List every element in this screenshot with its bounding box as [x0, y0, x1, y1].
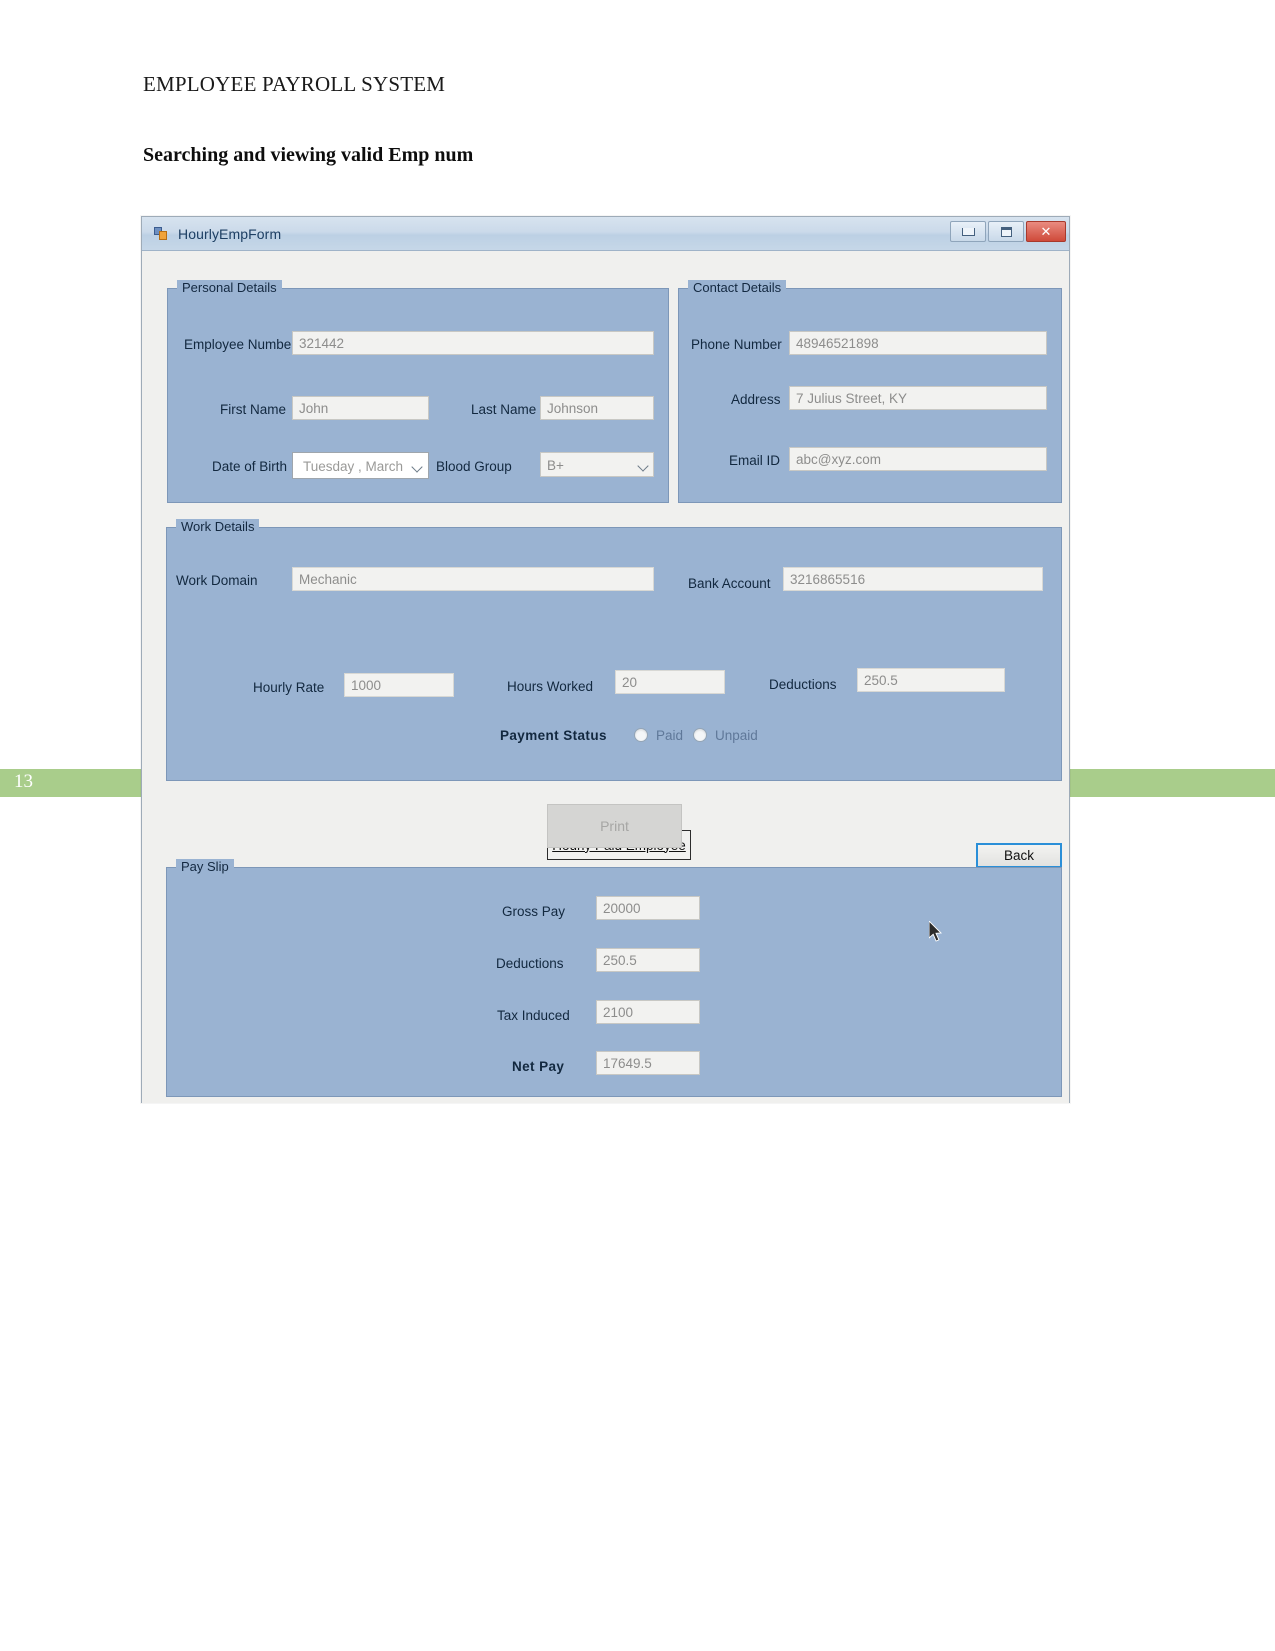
hourly-rate-input[interactable]: 1000: [344, 673, 454, 697]
tax-induced-label: Tax Induced: [497, 1008, 570, 1023]
back-button[interactable]: Back: [976, 843, 1062, 868]
address-input[interactable]: 7 Julius Street, KY: [789, 386, 1047, 410]
gross-pay-value: 20000: [596, 896, 700, 920]
deductions-payslip-value: 250.5: [596, 948, 700, 972]
contact-details-label: Contact Details: [688, 280, 787, 295]
maximize-button[interactable]: [988, 221, 1024, 242]
first-name-label: First Name: [220, 402, 287, 417]
page-number: 13: [14, 771, 33, 792]
hours-worked-input[interactable]: 20: [615, 670, 725, 694]
section-heading: Searching and viewing valid Emp num: [143, 144, 474, 166]
window-titlebar[interactable]: HourlyEmpForm ✕: [142, 217, 1069, 251]
phone-number-label: Phone Number: [691, 337, 782, 352]
deductions-work-label: Deductions: [769, 677, 837, 692]
minimize-button[interactable]: [950, 221, 986, 242]
pay-slip-group: Pay Slip Gross Pay 20000 Deductions 250.…: [166, 859, 1062, 1097]
pay-slip-label: Pay Slip: [176, 859, 234, 874]
paid-radio-label: Paid: [656, 728, 684, 743]
first-name-input[interactable]: John: [292, 396, 429, 420]
hourly-emp-form-window: HourlyEmpForm ✕ Personal Details Employe…: [141, 216, 1070, 1103]
mouse-cursor-icon: [929, 921, 943, 942]
print-button-label: Print: [600, 818, 629, 834]
deductions-payslip-label: Deductions: [496, 956, 564, 971]
form-client-area: Personal Details Employee Number 321442 …: [142, 251, 1069, 1103]
blood-group-value: B+: [547, 458, 564, 473]
close-icon: ✕: [1040, 224, 1052, 239]
chevron-down-icon: [637, 460, 649, 472]
personal-details-group: Personal Details Employee Number 321442 …: [167, 280, 669, 503]
payment-status-label: Payment Status: [500, 728, 607, 743]
document-page: EMPLOYEE PAYROLL SYSTEM Searching and vi…: [0, 0, 1275, 1651]
email-id-label: Email ID: [729, 453, 781, 468]
work-domain-label: Work Domain: [176, 573, 258, 588]
contact-details-group: Contact Details Phone Number 48946521898…: [678, 280, 1062, 503]
window-title: HourlyEmpForm: [178, 225, 282, 242]
tax-induced-value: 2100: [596, 1000, 700, 1024]
work-domain-input[interactable]: Mechanic: [292, 567, 654, 591]
page-banner-right: [1070, 769, 1275, 797]
blood-group-label: Blood Group: [436, 459, 512, 474]
phone-number-input[interactable]: 48946521898: [789, 331, 1047, 355]
employee-number-input[interactable]: 321442: [292, 331, 654, 355]
hourly-rate-label: Hourly Rate: [253, 680, 325, 695]
form-icon: [154, 226, 170, 241]
address-label: Address: [731, 392, 781, 407]
hours-worked-label: Hours Worked: [507, 679, 594, 694]
employee-number-label: Employee Number: [184, 337, 296, 352]
work-details-label: Work Details: [176, 519, 260, 534]
date-of-birth-picker[interactable]: Tuesday , March: [292, 452, 429, 479]
personal-details-label: Personal Details: [177, 280, 282, 295]
deductions-work-input[interactable]: 250.5: [857, 668, 1005, 692]
maximize-icon: [1000, 226, 1012, 237]
minimize-icon: [961, 227, 975, 236]
print-button[interactable]: Print: [547, 804, 682, 848]
bank-account-label: Bank Account: [688, 576, 771, 591]
blood-group-select[interactable]: B+: [540, 452, 654, 477]
close-button[interactable]: ✕: [1026, 221, 1066, 242]
chevron-down-icon: [411, 461, 423, 473]
last-name-label: Last Name: [471, 402, 537, 417]
back-button-label: Back: [1003, 848, 1034, 863]
bank-account-input[interactable]: 3216865516: [783, 567, 1043, 591]
date-of-birth-value: Tuesday , March: [303, 459, 404, 474]
email-id-input[interactable]: abc@xyz.com: [789, 447, 1047, 471]
date-of-birth-label: Date of Birth: [212, 459, 288, 474]
last-name-input[interactable]: Johnson: [540, 396, 654, 420]
work-details-group: Work Details Work Domain Mechanic Bank A…: [166, 519, 1062, 860]
document-header-title: EMPLOYEE PAYROLL SYSTEM: [143, 72, 446, 96]
gross-pay-label: Gross Pay: [502, 904, 566, 919]
unpaid-radio-label: Unpaid: [715, 728, 758, 743]
window-controls: ✕: [950, 221, 1066, 242]
net-pay-value: 17649.5: [596, 1051, 700, 1075]
net-pay-label: Net Pay: [512, 1059, 565, 1074]
paid-radio[interactable]: [634, 728, 648, 742]
unpaid-radio[interactable]: [693, 728, 707, 742]
